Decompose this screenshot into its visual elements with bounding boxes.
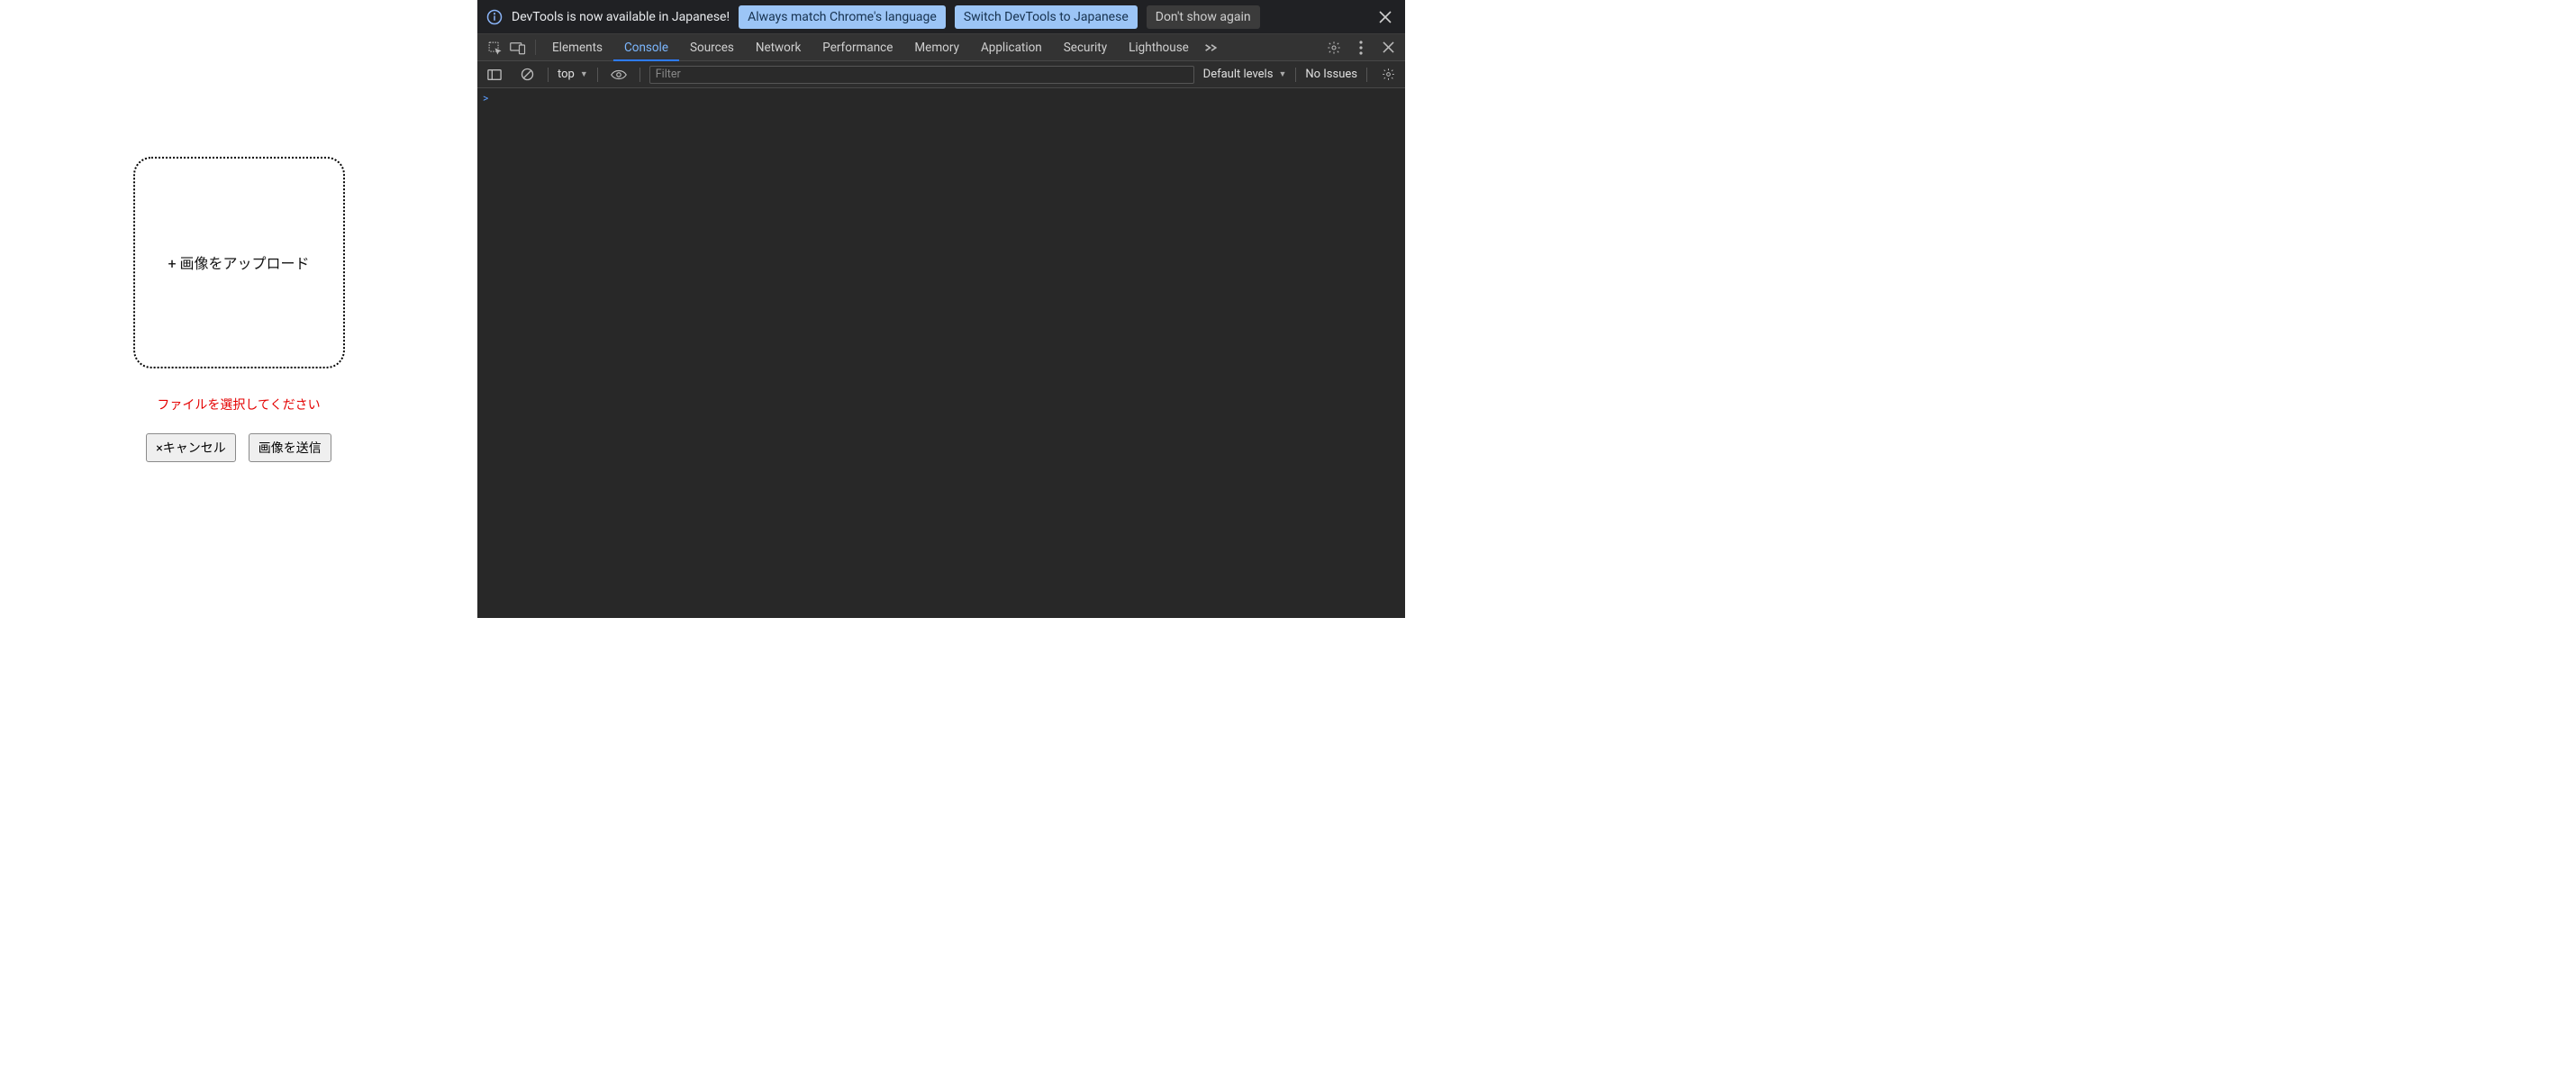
- tab-application[interactable]: Application: [970, 34, 1053, 60]
- tab-elements[interactable]: Elements: [541, 34, 613, 60]
- dropdown-caret-icon: ▼: [580, 69, 588, 79]
- issues-counter[interactable]: No Issues: [1305, 68, 1357, 81]
- dismiss-infobar-button[interactable]: Don't show again: [1147, 5, 1260, 29]
- dropdown-caret-icon: ▼: [1278, 69, 1286, 79]
- context-label: top: [558, 68, 575, 81]
- console-prompt-caret: >: [483, 92, 488, 104]
- tab-memory[interactable]: Memory: [903, 34, 970, 60]
- console-toolbar: top ▼ Default levels ▼ No Issues: [477, 61, 1405, 88]
- more-tabs-icon[interactable]: [1200, 34, 1223, 61]
- settings-gear-icon[interactable]: [1322, 34, 1346, 61]
- close-infobar-icon[interactable]: [1374, 6, 1396, 28]
- file-error-message: ファイルを選択してください: [157, 395, 320, 413]
- form-button-row: ×キャンセル 画像を送信: [146, 433, 331, 462]
- device-toolbar-icon[interactable]: [506, 34, 530, 61]
- tab-sources[interactable]: Sources: [679, 34, 745, 60]
- kebab-menu-icon[interactable]: [1349, 34, 1373, 61]
- tab-lighthouse[interactable]: Lighthouse: [1118, 34, 1200, 60]
- cancel-button[interactable]: ×キャンセル: [146, 433, 235, 462]
- console-settings-gear-icon[interactable]: [1376, 61, 1400, 88]
- infobar-message: DevTools is now available in Japanese!: [512, 10, 730, 24]
- log-levels-selector[interactable]: Default levels ▼: [1203, 68, 1287, 81]
- switch-language-button[interactable]: Switch DevTools to Japanese: [955, 5, 1138, 29]
- execution-context-selector[interactable]: top ▼: [558, 68, 588, 81]
- live-expression-icon[interactable]: [607, 61, 630, 88]
- tab-console[interactable]: Console: [613, 34, 679, 60]
- toggle-sidebar-icon[interactable]: [483, 61, 506, 88]
- image-upload-dropzone[interactable]: + 画像をアップロード: [133, 157, 345, 368]
- dropzone-label: + 画像をアップロード: [168, 251, 309, 273]
- devtools-infobar: DevTools is now available in Japanese! A…: [477, 0, 1405, 34]
- submit-image-button[interactable]: 画像を送信: [249, 433, 331, 462]
- clear-console-icon[interactable]: [515, 61, 539, 88]
- devtools-panel: DevTools is now available in Japanese! A…: [477, 0, 1405, 618]
- match-language-button[interactable]: Always match Chrome's language: [739, 5, 946, 29]
- tab-network[interactable]: Network: [745, 34, 812, 60]
- levels-label: Default levels: [1203, 68, 1274, 81]
- devtools-tabstrip: Elements Console Sources Network Perform…: [477, 34, 1405, 61]
- page-content: + 画像をアップロード ファイルを選択してください ×キャンセル 画像を送信: [0, 0, 477, 618]
- console-output[interactable]: >: [477, 88, 1405, 618]
- close-devtools-icon[interactable]: [1376, 34, 1400, 61]
- info-icon: [486, 9, 503, 25]
- tab-performance[interactable]: Performance: [812, 34, 903, 60]
- console-filter-input[interactable]: [649, 66, 1194, 84]
- inspect-element-icon[interactable]: [483, 34, 506, 61]
- tab-security[interactable]: Security: [1053, 34, 1118, 60]
